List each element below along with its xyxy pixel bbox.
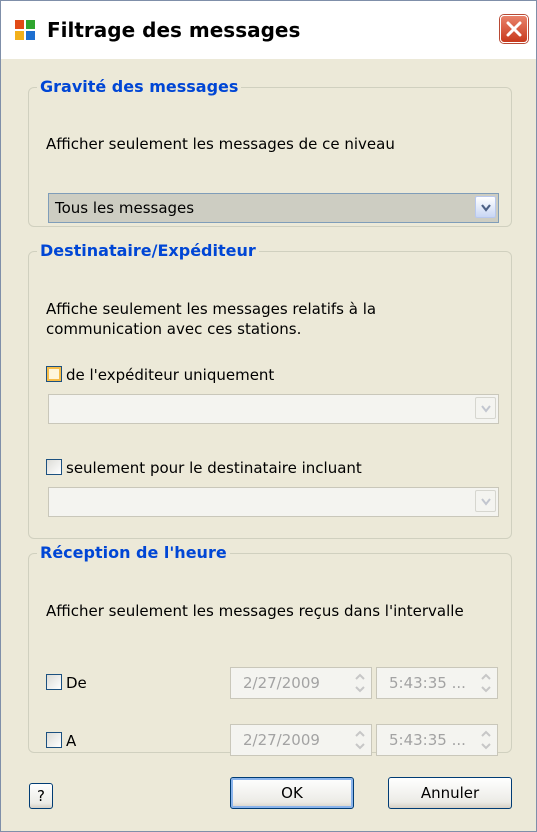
severity-description: Afficher seulement les messages de ce ni… xyxy=(46,135,395,153)
receiver-dropdown-button[interactable] xyxy=(475,490,496,512)
from-time-value: 5:43:35 ... xyxy=(389,674,466,692)
to-date-value: 2/27/2009 xyxy=(243,731,320,749)
from-time-picker[interactable]: 5:43:35 ... xyxy=(376,667,498,699)
receiver-label: seulement pour le destinataire incluant xyxy=(66,459,362,477)
severity-dropdown-button[interactable] xyxy=(475,196,496,218)
filter-dialog: Filtrage des messages Gravité des messag… xyxy=(0,0,537,832)
time-group-title: Réception de l'heure xyxy=(40,543,227,562)
time-description: Afficher seulement les messages reçus da… xyxy=(46,602,464,620)
chevron-down-icon xyxy=(481,405,491,413)
window-title: Filtrage des messages xyxy=(47,18,301,42)
app-icon xyxy=(15,20,35,40)
severity-group-title: Gravité des messages xyxy=(40,77,239,96)
recipient-group-title: Destinataire/Expéditeur xyxy=(40,241,256,260)
to-time-value: 5:43:35 ... xyxy=(389,731,466,749)
spinner-icon xyxy=(355,673,365,693)
sender-only-label: de l'expéditeur uniquement xyxy=(66,366,275,384)
from-label: De xyxy=(66,674,87,692)
close-button[interactable] xyxy=(500,15,528,43)
time-group: Réception de l'heure Afficher seulement … xyxy=(28,543,512,756)
to-date-picker[interactable]: 2/27/2009 xyxy=(230,724,372,756)
close-icon xyxy=(506,21,522,37)
recipient-group: Destinataire/Expéditeur Affiche seulemen… xyxy=(28,241,512,539)
to-checkbox[interactable] xyxy=(46,732,62,748)
spinner-icon xyxy=(355,730,365,750)
chevron-down-icon xyxy=(481,498,491,506)
to-time-picker[interactable]: 5:43:35 ... xyxy=(376,724,498,756)
chevron-down-icon xyxy=(481,204,491,212)
receiver-checkbox[interactable] xyxy=(46,459,62,475)
recipient-description-line2: communication avec ces stations. xyxy=(46,320,302,338)
receiver-option[interactable]: seulement pour le destinataire incluant xyxy=(46,458,426,478)
spinner-icon xyxy=(481,673,491,693)
ok-button[interactable]: OK xyxy=(230,777,354,809)
from-time-spinner[interactable] xyxy=(476,669,496,697)
recipient-description-line1: Affiche seulement les messages relatifs … xyxy=(46,300,377,318)
to-option[interactable]: A xyxy=(46,731,126,751)
sender-dropdown-button[interactable] xyxy=(475,397,496,419)
from-option[interactable]: De xyxy=(46,673,126,693)
dialog-client-area: Gravité des messages Afficher seulement … xyxy=(1,59,536,831)
cancel-button[interactable]: Annuler xyxy=(388,777,512,809)
severity-group: Gravité des messages Afficher seulement … xyxy=(28,77,512,227)
spinner-icon xyxy=(481,730,491,750)
title-bar[interactable]: Filtrage des messages xyxy=(1,1,536,59)
severity-select[interactable]: Tous les messages xyxy=(48,193,499,223)
to-label: A xyxy=(66,732,77,750)
help-button[interactable]: ? xyxy=(29,783,53,809)
severity-select-value: Tous les messages xyxy=(55,199,195,217)
sender-only-checkbox[interactable] xyxy=(46,366,62,382)
from-date-spinner[interactable] xyxy=(350,669,370,697)
from-date-picker[interactable]: 2/27/2009 xyxy=(230,667,372,699)
from-checkbox[interactable] xyxy=(46,674,62,690)
to-date-spinner[interactable] xyxy=(350,726,370,754)
sender-select[interactable] xyxy=(48,394,499,424)
receiver-select[interactable] xyxy=(48,487,499,517)
from-date-value: 2/27/2009 xyxy=(243,674,320,692)
to-time-spinner[interactable] xyxy=(476,726,496,754)
sender-only-option[interactable]: de l'expéditeur uniquement xyxy=(46,365,346,385)
